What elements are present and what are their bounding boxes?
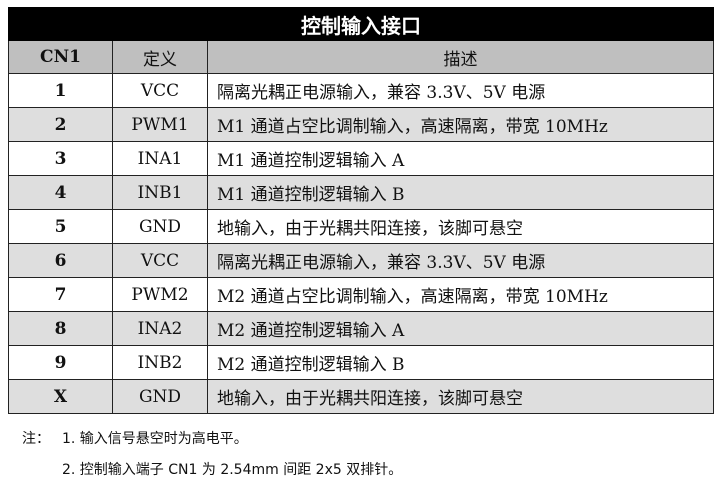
table-row: 1 VCC 隔离光耦正电源输入，兼容 3.3V、5V 电源 <box>8 73 715 108</box>
pin-definition: VCC <box>112 243 208 278</box>
table-row: 7 PWM2 M2 通道占空比调制输入，高速隔离，带宽 10MHz <box>8 277 715 312</box>
pin-definition: GND <box>112 379 208 414</box>
table-row: 8 INA2 M2 通道控制逻辑输入 A <box>8 311 715 346</box>
table-header-row: CN1 定义 描述 <box>8 40 715 74</box>
note-item: 注： 1. 输入信号悬空时为高电平。 <box>22 428 402 448</box>
table-title-row: 控制输入接口 <box>7 7 715 41</box>
notes-section: 注： 1. 输入信号悬空时为高电平。 2. 控制输入端子 CN1 为 2.54mm… <box>22 428 402 479</box>
pin-number: 7 <box>8 277 113 312</box>
pin-number: 2 <box>8 107 113 142</box>
pin-definition: PWM2 <box>112 277 208 312</box>
pin-number: 4 <box>8 175 113 210</box>
note-item: 2. 控制输入端子 CN1 为 2.54mm 间距 2x5 双排针。 <box>22 459 402 479</box>
pin-number: 6 <box>8 243 113 278</box>
pin-number: 5 <box>8 209 113 244</box>
header-description: 描述 <box>206 40 715 74</box>
pin-description: M2 通道控制逻辑输入 A <box>206 311 715 346</box>
pin-number: 3 <box>8 141 113 176</box>
pin-description: M1 通道控制逻辑输入 A <box>206 141 715 176</box>
pin-number: 9 <box>8 345 113 380</box>
note-text: 1. 输入信号悬空时为高电平。 <box>62 431 248 447</box>
table-row: 4 INB1 M1 通道控制逻辑输入 B <box>8 175 715 210</box>
pin-definition: INA2 <box>112 311 208 346</box>
pin-number: X <box>8 379 113 414</box>
table-row: 3 INA1 M1 通道控制逻辑输入 A <box>8 141 715 176</box>
pin-description: M1 通道占空比调制输入，高速隔离，带宽 10MHz <box>206 107 715 142</box>
pin-description: 地输入，由于光耦共阳连接，该脚可悬空 <box>206 209 715 244</box>
pin-description: M1 通道控制逻辑输入 B <box>206 175 715 210</box>
pin-description: 地输入，由于光耦共阳连接，该脚可悬空 <box>206 379 715 414</box>
pin-definition: GND <box>112 209 208 244</box>
pin-definition: VCC <box>112 73 208 108</box>
pin-definition: INB2 <box>112 345 208 380</box>
table-row: 2 PWM1 M1 通道占空比调制输入，高速隔离，带宽 10MHz <box>8 107 715 142</box>
table-row: X GND 地输入，由于光耦共阳连接，该脚可悬空 <box>8 379 715 414</box>
header-cn1: CN1 <box>8 40 113 74</box>
table-row: 5 GND 地输入，由于光耦共阳连接，该脚可悬空 <box>8 209 715 244</box>
notes-prefix: 注： <box>22 431 50 447</box>
pin-definition: PWM1 <box>112 107 208 142</box>
pin-description: M2 通道控制逻辑输入 B <box>206 345 715 380</box>
pin-description: 隔离光耦正电源输入，兼容 3.3V、5V 电源 <box>206 243 715 278</box>
pin-number: 8 <box>8 311 113 346</box>
note-text: 2. 控制输入端子 CN1 为 2.54mm 间距 2x5 双排针。 <box>62 462 403 478</box>
control-input-table-wrapper: 控制输入接口 CN1 定义 描述 1 VCC 隔离光耦正电源输入，兼容 3.3V… <box>7 7 715 414</box>
pin-description: M2 通道占空比调制输入，高速隔离，带宽 10MHz <box>206 277 715 312</box>
pin-number: 1 <box>8 73 113 108</box>
table-row: 6 VCC 隔离光耦正电源输入，兼容 3.3V、5V 电源 <box>8 243 715 278</box>
control-input-table: 控制输入接口 CN1 定义 描述 1 VCC 隔离光耦正电源输入，兼容 3.3V… <box>7 7 715 414</box>
pin-definition: INB1 <box>112 175 208 210</box>
table-title: 控制输入接口 <box>7 7 715 41</box>
table-row: 9 INB2 M2 通道控制逻辑输入 B <box>8 345 715 380</box>
pin-description: 隔离光耦正电源输入，兼容 3.3V、5V 电源 <box>206 73 715 108</box>
pin-definition: INA1 <box>112 141 208 176</box>
header-definition: 定义 <box>112 40 208 74</box>
